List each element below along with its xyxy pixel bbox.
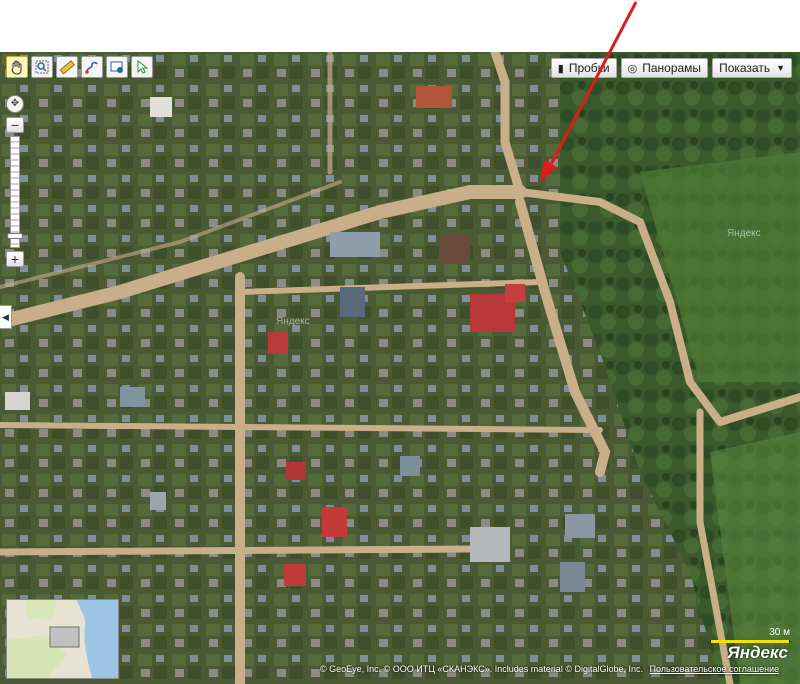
map-object-icon[interactable]: [106, 56, 128, 78]
map-watermark: Яндекс: [727, 228, 761, 239]
minimap-image: [7, 600, 118, 678]
pointer-icon[interactable]: [131, 56, 153, 78]
compass-icon[interactable]: ✥: [6, 95, 24, 113]
map-layer-controls: ▮ Пробки ◎ Панорамы Показать ▼: [550, 58, 792, 78]
zoom-control: ✥ − +: [6, 95, 26, 267]
zoom-slider-track[interactable]: [7, 136, 23, 248]
ruler-icon[interactable]: [56, 56, 78, 78]
overview-minimap[interactable]: [6, 599, 119, 679]
zoom-in-button[interactable]: +: [6, 251, 24, 267]
chevron-down-icon: ▼: [776, 63, 785, 73]
copyright-text: © GeoEye, Inc. © ООО ИТЦ «СКАНЭКС». Incl…: [320, 664, 643, 674]
zoom-slider-thumb[interactable]: [7, 233, 23, 239]
map-toolbar: [6, 56, 153, 78]
chevron-left-icon[interactable]: ◀: [0, 305, 12, 329]
map-watermark: Яндекс: [276, 316, 310, 327]
show-label: Показать: [719, 61, 771, 75]
panoramas-label: Панорамы: [642, 61, 702, 75]
yandex-logo: Яндекс: [727, 643, 788, 662]
hand-drag-icon[interactable]: [6, 56, 28, 78]
route-icon[interactable]: [81, 56, 103, 78]
scale-bar: 30 м: [710, 627, 790, 643]
panorama-icon: ◎: [627, 62, 638, 75]
show-dropdown[interactable]: Показать ▼: [712, 58, 792, 78]
scale-label: 30 м: [769, 627, 790, 638]
panoramas-button[interactable]: ◎ Панорамы: [620, 58, 709, 78]
zoom-out-button[interactable]: −: [6, 117, 24, 133]
traffic-light-icon: ▮: [557, 62, 564, 75]
traffic-button[interactable]: ▮ Пробки: [550, 58, 617, 78]
traffic-label: Пробки: [568, 61, 610, 75]
satellite-imagery: [0, 52, 800, 684]
terms-link[interactable]: Пользовательское соглашение: [650, 664, 780, 674]
magnifier-zoom-icon[interactable]: [31, 56, 53, 78]
map-copyright: © GeoEye, Inc. © ООО ИТЦ «СКАНЭКС». Incl…: [320, 664, 779, 674]
satellite-map[interactable]: Яндекс Яндекс: [0, 52, 800, 684]
